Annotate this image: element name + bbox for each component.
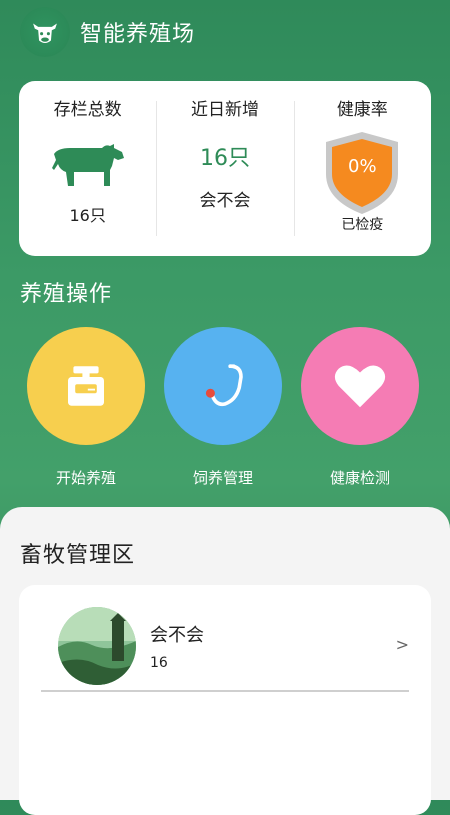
management-list-card: 会不会 16 >: [19, 585, 431, 815]
cow-head-icon: [20, 7, 70, 57]
recent-sub: 会不会: [199, 191, 251, 211]
stats-card: 存栏总数 16只 近日新增 16只 会不会 健康率 0% 已检疫: [19, 81, 431, 256]
item-name: 会不会: [150, 625, 204, 646]
stock-stat[interactable]: 存栏总数 16只: [19, 81, 156, 256]
start-farming-button[interactable]: 开始养殖: [26, 327, 146, 488]
management-panel: 畜牧管理区 会不会 16 >: [0, 507, 450, 815]
health-label: 健康率: [336, 100, 388, 120]
health-check-label: 健康检测: [329, 469, 390, 487]
operations-title: 养殖操作: [20, 282, 113, 307]
management-title: 畜牧管理区: [20, 543, 136, 568]
chevron-right-icon: >: [395, 635, 409, 654]
health-stat[interactable]: 健康率 0% 已检疫: [293, 81, 431, 256]
start-farming-label: 开始养殖: [55, 469, 116, 487]
stock-label: 存栏总数: [53, 100, 122, 120]
health-note: 已检疫: [341, 217, 384, 233]
stock-value: 16只: [69, 206, 106, 225]
cow-icon: [19, 136, 156, 196]
stethoscope-icon: [164, 327, 282, 445]
recent-value: 16只: [199, 146, 250, 171]
feeding-management-label: 饲养管理: [192, 469, 253, 487]
recent-label: 近日新增: [190, 100, 259, 120]
health-check-button[interactable]: 健康检测: [300, 327, 420, 488]
divider: [41, 690, 409, 692]
scale-icon: [27, 327, 145, 445]
health-value: 0%: [348, 156, 377, 177]
recent-stat[interactable]: 近日新增 16只 会不会: [156, 81, 293, 256]
item-count: 16: [150, 655, 168, 671]
heart-icon: [301, 327, 419, 445]
shield-icon: 0%: [294, 130, 431, 214]
app-header: 智能养殖场: [20, 6, 195, 58]
app-title: 智能养殖场: [80, 22, 196, 47]
feeding-management-button[interactable]: 饲养管理: [163, 327, 283, 488]
avatar: [58, 607, 136, 685]
list-item[interactable]: 会不会 16 >: [19, 585, 431, 695]
operations-grid: 开始养殖 饲养管理 健康检测: [0, 325, 450, 495]
